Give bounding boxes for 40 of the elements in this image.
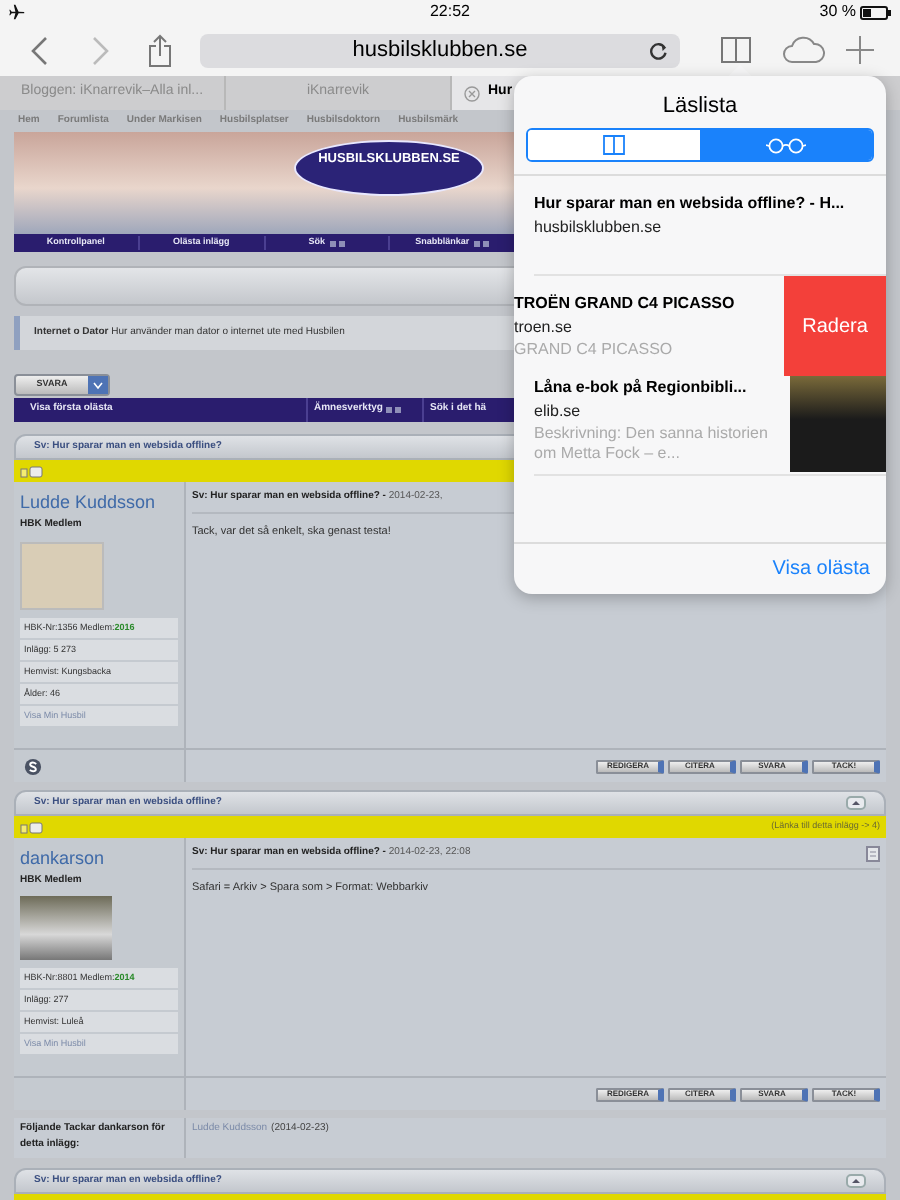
delete-button[interactable]: Radera: [784, 276, 886, 376]
reading-list-item[interactable]: Låna e-bok på Regionbibli... elib.se Beskrivning: Den sanna historien om Metta Fock – e...: [534, 376, 886, 476]
reload-icon[interactable]: [650, 41, 668, 59]
post-status-icon: [20, 821, 44, 833]
item-title: TROËN GRAND C4 PICASSO: [514, 292, 737, 316]
item-domain: elib.se: [534, 400, 583, 424]
back-icon[interactable]: [30, 35, 48, 65]
dropdown-icon[interactable]: [386, 406, 403, 414]
book-icon[interactable]: [720, 36, 752, 64]
glasses-icon: [766, 137, 806, 153]
collapse-icon[interactable]: [846, 1174, 866, 1188]
caret-icon: [88, 375, 108, 393]
item-title: Låna e-bok på Regionbibli...: [534, 376, 749, 400]
share-icon[interactable]: [148, 33, 172, 67]
document-icon[interactable]: [866, 846, 880, 862]
item-domain: troen.se: [514, 316, 574, 340]
plus-icon[interactable]: [846, 36, 874, 64]
item-domain: husbilsklubben.se: [534, 216, 664, 240]
item-description: Beskrivning: Den sanna historien om Metta Fock – e...: [534, 424, 770, 464]
avatar-placeholder: [20, 542, 104, 610]
item-description: GRAND C4 PICASSO: [514, 340, 675, 360]
post-status-icon: [20, 465, 44, 477]
airplane-icon: [8, 4, 26, 20]
clock-time: 22:52: [429, 0, 470, 24]
address-field[interactable]: husbilsklubben.se: [200, 33, 680, 67]
show-unread-link[interactable]: Visa olästa: [772, 554, 870, 584]
battery-icon: [859, 5, 892, 19]
segment-tab[interactable]: [528, 130, 700, 160]
collapse-icon[interactable]: [846, 796, 866, 810]
dropdown-icon[interactable]: [473, 239, 490, 247]
skype-icon[interactable]: [24, 757, 42, 775]
photo-placeholder: [20, 896, 112, 960]
item-title: Hur sparar man en websida offline? - H...: [534, 192, 847, 216]
cloud-icon[interactable]: [782, 36, 826, 64]
dropdown-icon[interactable]: [329, 239, 345, 247]
popover-title: Läslista: [660, 92, 740, 122]
book-icon: [602, 134, 626, 156]
segment-tab[interactable]: [700, 130, 872, 160]
close-icon[interactable]: [464, 85, 480, 101]
battery-percentage: 30 %: [819, 0, 856, 24]
